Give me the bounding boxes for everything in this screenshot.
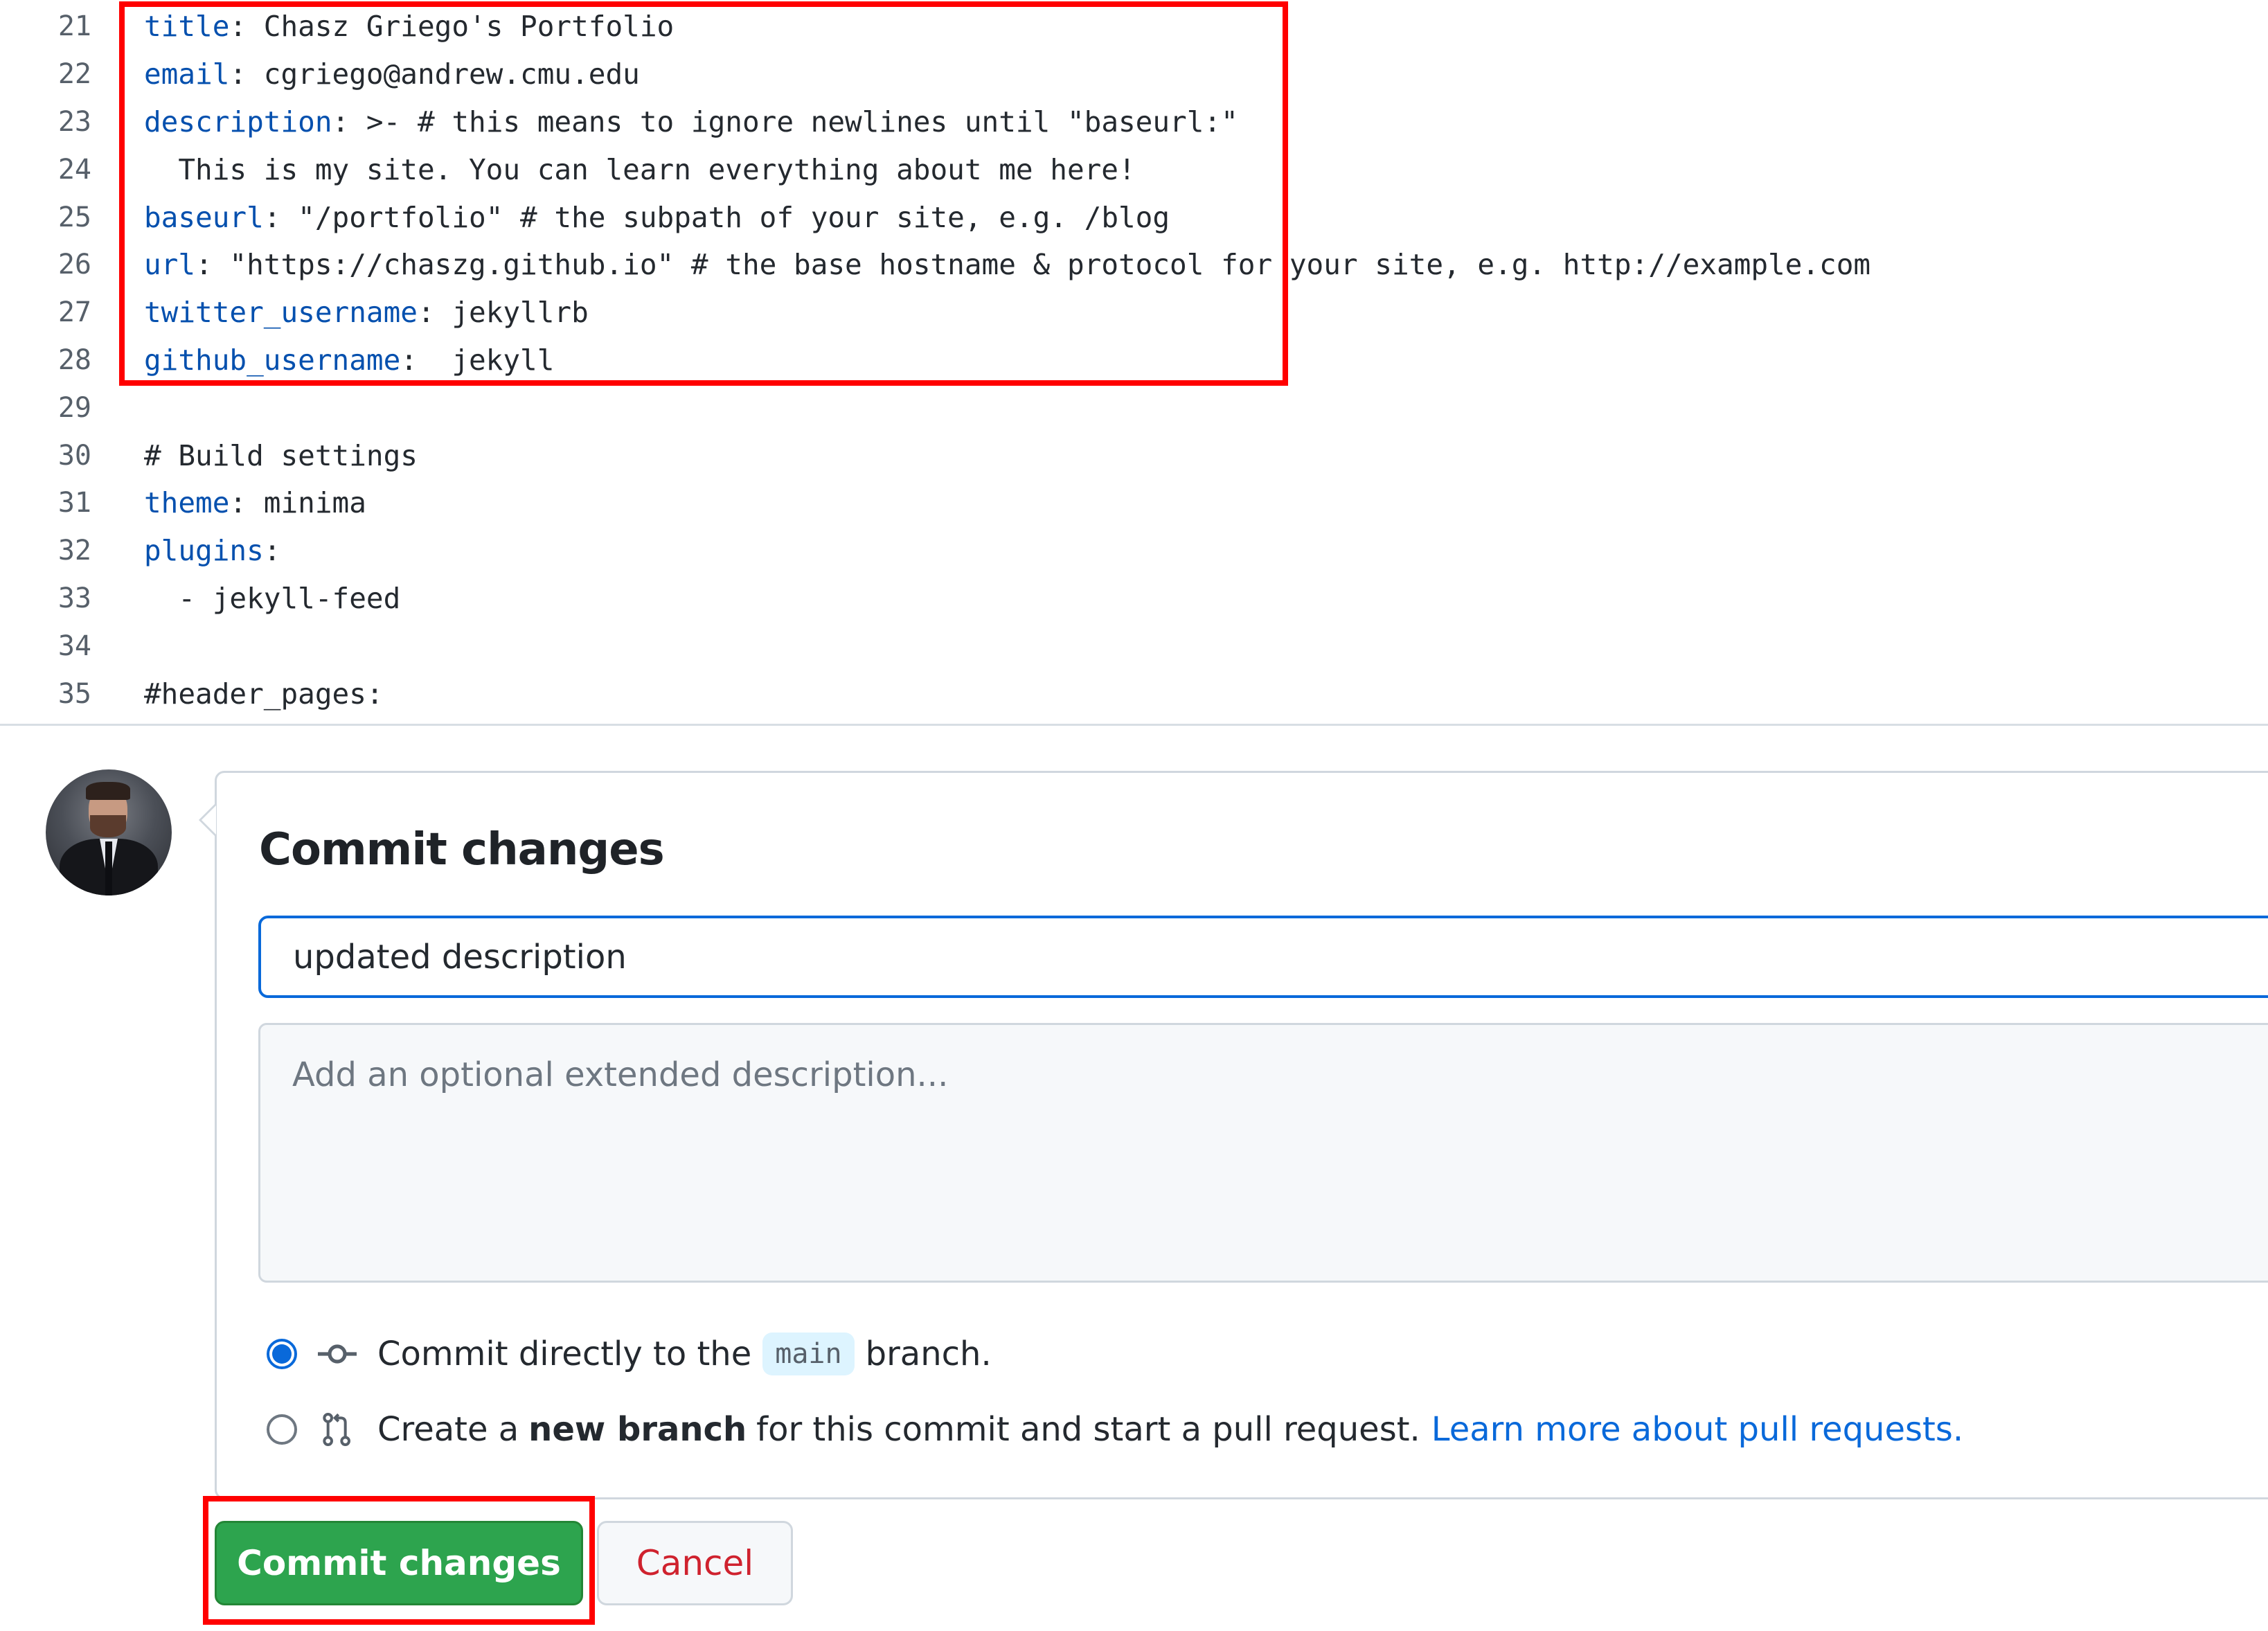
option-direct-suffix: branch. (865, 1335, 992, 1373)
yaml-key: baseurl (144, 200, 264, 234)
line-number: 30 (57, 439, 91, 472)
code-line: 33 - jekyll-feed (0, 575, 2268, 623)
yaml-value: : cgriego@andrew.cmu.edu (229, 57, 640, 91)
code-line: 21 title: Chasz Griego's Portfolio (0, 3, 2268, 51)
yaml-key: theme (144, 486, 230, 520)
yaml-key: twitter_username (144, 296, 418, 330)
line-number: 25 (57, 201, 91, 233)
line-content: # Build settings (144, 439, 418, 472)
code-line: 28 github_username: jekyll (0, 337, 2268, 384)
code-line: 25 baseurl: "/portfolio" # the subpath of… (0, 193, 2268, 241)
line-content: baseurl: "/portfolio" # the subpath of y… (144, 201, 1170, 234)
commit-message-input[interactable] (258, 916, 2268, 998)
line-content: This is my site. You can learn everythin… (144, 152, 1136, 186)
option-new-prefix: Create a (377, 1410, 519, 1449)
branch-name-badge: main (762, 1333, 855, 1375)
line-number: 27 (57, 296, 91, 329)
option-new-suffix: for this commit and start a pull request… (756, 1410, 1420, 1449)
line-content: twitter_username: jekyllrb (144, 296, 589, 329)
code-editor: 21 title: Chasz Griego's Portfolio 22 email… (0, 3, 2268, 718)
code-line: 31 theme: minima (0, 479, 2268, 527)
code-line: 32 plugins: (0, 527, 2268, 575)
line-content: plugins: (144, 534, 280, 567)
code-line: 27 twitter_username: jekyllrb (0, 289, 2268, 337)
line-number: 35 (57, 677, 91, 710)
radio-new-branch[interactable] (267, 1414, 297, 1445)
option-new-branch[interactable]: Create a new branch for this commit and … (267, 1410, 1963, 1449)
line-number: 34 (57, 630, 91, 662)
commit-changes-button[interactable]: Commit changes (215, 1521, 583, 1605)
code-line: 30 # Build settings (0, 431, 2268, 479)
cancel-button[interactable]: Cancel (597, 1521, 793, 1605)
code-line: 34 (0, 622, 2268, 670)
yaml-value: : minima (229, 486, 366, 520)
line-content: title: Chasz Griego's Portfolio (144, 10, 674, 43)
yaml-key: url (144, 248, 196, 282)
line-content: github_username: jekyll (144, 344, 554, 377)
commit-heading: Commit changes (259, 824, 665, 875)
user-avatar[interactable] (46, 769, 172, 895)
line-content: #header_pages: (144, 677, 384, 711)
line-number: 22 (57, 58, 91, 91)
line-number: 26 (57, 249, 91, 281)
yaml-key: github_username (144, 343, 401, 377)
yaml-value: #header_pages: (144, 677, 384, 711)
option-direct-prefix: Commit directly to the (377, 1335, 752, 1373)
yaml-key: email (144, 57, 230, 91)
radio-commit-directly[interactable] (267, 1339, 297, 1369)
yaml-value: # Build settings (144, 438, 418, 472)
line-number: 28 (57, 344, 91, 376)
line-content: - jekyll-feed (144, 582, 400, 615)
yaml-value: : (263, 534, 281, 568)
option-commit-directly[interactable]: Commit directly to the main branch. (267, 1333, 992, 1375)
line-number: 32 (57, 535, 91, 567)
yaml-value: : "https://chaszg.github.io" # the base … (195, 248, 1871, 282)
line-content: email: cgriego@andrew.cmu.edu (144, 57, 640, 91)
yaml-value: : Chasz Griego's Portfolio (229, 10, 675, 44)
yaml-value: : >- # this means to ignore newlines unt… (332, 105, 1238, 139)
yaml-key: plugins (144, 534, 264, 568)
git-commit-icon (318, 1344, 357, 1364)
line-number: 24 (57, 153, 91, 186)
learn-more-pull-requests-link[interactable]: Learn more about pull requests. (1431, 1410, 1963, 1449)
line-number: 31 (57, 487, 91, 519)
code-line: 26 url: "https://chaszg.github.io" # the … (0, 241, 2268, 289)
yaml-value: : jekyll (400, 343, 555, 377)
code-line: 22 email: cgriego@andrew.cmu.edu (0, 51, 2268, 98)
yaml-key: title (144, 10, 230, 44)
line-number: 29 (57, 391, 91, 424)
extended-description-textarea[interactable] (258, 1023, 2268, 1283)
line-content: theme: minima (144, 486, 366, 519)
code-line: 23 description: >- # this means to ignore… (0, 98, 2268, 146)
line-number: 21 (57, 10, 91, 43)
option-new-bold: new branch (528, 1410, 747, 1449)
yaml-value: - jekyll-feed (144, 581, 401, 615)
yaml-value: : "/portfolio" # the subpath of your sit… (263, 200, 1170, 234)
line-content: description: >- # this means to ignore n… (144, 105, 1238, 139)
line-number: 33 (57, 582, 91, 614)
code-line: 24 This is my site. You can learn everyt… (0, 145, 2268, 193)
yaml-value: This is my site. You can learn everythin… (144, 152, 1136, 186)
git-pull-request-icon (323, 1412, 350, 1446)
line-number: 23 (57, 105, 91, 138)
yaml-key: description (144, 105, 332, 139)
code-line: 29 (0, 384, 2268, 431)
yaml-value: : jekyllrb (417, 296, 589, 330)
editor-divider (0, 724, 2268, 726)
code-line: 35 #header_pages: (0, 670, 2268, 718)
line-content: url: "https://chaszg.github.io" # the ba… (144, 248, 1870, 281)
